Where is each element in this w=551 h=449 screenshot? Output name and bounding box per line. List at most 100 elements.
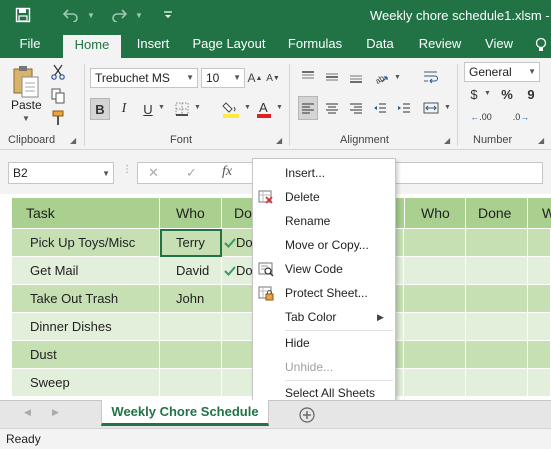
paste-dropdown-icon[interactable]: ▼: [22, 114, 30, 123]
borders-icon[interactable]: [172, 98, 192, 120]
decrease-indent-icon[interactable]: [370, 96, 390, 120]
partial-cell[interactable]: [396, 369, 404, 397]
who-cell[interactable]: [160, 341, 222, 369]
who-2-cell[interactable]: [404, 369, 466, 397]
w-cell[interactable]: [528, 229, 551, 257]
partial-cell[interactable]: [396, 313, 404, 341]
w-cell[interactable]: [528, 313, 551, 341]
chevron-down-icon[interactable]: ▼: [102, 164, 110, 184]
who-cell[interactable]: [160, 369, 222, 397]
decrease-decimal-icon[interactable]: .0 →: [506, 108, 536, 126]
task-cell[interactable]: Sweep: [12, 369, 160, 397]
italic-button[interactable]: I: [114, 98, 134, 120]
header-cell-who[interactable]: Who: [160, 198, 222, 228]
task-cell[interactable]: Dinner Dishes: [12, 313, 160, 341]
who-2-cell[interactable]: [404, 257, 466, 285]
font-size-box[interactable]: 10 ▼: [201, 68, 245, 88]
align-left-icon[interactable]: [298, 96, 318, 120]
middle-align-icon[interactable]: [322, 66, 342, 88]
done-2-cell[interactable]: [466, 257, 528, 285]
tab-data[interactable]: Data: [360, 32, 400, 58]
increase-font-size-icon[interactable]: A ▲: [247, 68, 263, 88]
menu-item-protect-sheet[interactable]: Protect Sheet...: [253, 281, 395, 305]
paste-icon[interactable]: [8, 62, 44, 102]
number-launcher-icon[interactable]: ◢: [538, 136, 544, 145]
scroll-tabs-right-icon[interactable]: ▶: [52, 407, 59, 418]
tab-formulas[interactable]: Formulas: [282, 32, 348, 58]
scroll-tabs-left-icon[interactable]: ◀: [24, 407, 31, 418]
menu-item-tab-color[interactable]: Tab Color ▶: [253, 305, 395, 329]
align-right-icon[interactable]: [346, 96, 366, 120]
align-center-icon[interactable]: [322, 96, 342, 120]
task-cell[interactable]: Dust: [12, 341, 160, 369]
sheet-tab-active[interactable]: Weekly Chore Schedule: [101, 400, 269, 426]
undo-dropdown-icon[interactable]: ▼: [86, 4, 96, 26]
task-cell[interactable]: Take Out Trash: [12, 285, 160, 313]
task-cell[interactable]: Pick Up Toys/Misc: [12, 229, 160, 257]
who-cell[interactable]: Terry: [160, 229, 222, 257]
percent-button[interactable]: %: [498, 84, 516, 104]
top-align-icon[interactable]: [298, 66, 318, 88]
menu-item-rename[interactable]: Rename: [253, 209, 395, 233]
format-painter-icon[interactable]: [48, 108, 68, 128]
menu-item-delete[interactable]: Delete: [253, 185, 395, 209]
done-2-cell[interactable]: [466, 313, 528, 341]
orientation-dropdown-icon[interactable]: ▼: [394, 74, 401, 81]
bottom-align-icon[interactable]: [346, 66, 366, 88]
wrap-text-icon[interactable]: [420, 66, 442, 88]
font-color-icon[interactable]: A: [254, 96, 274, 122]
lightbulb-icon[interactable]: [532, 32, 550, 58]
w-cell[interactable]: [528, 285, 551, 313]
who-2-cell[interactable]: [404, 313, 466, 341]
chevron-down-icon[interactable]: ▼: [186, 69, 194, 87]
tab-file[interactable]: File: [10, 32, 50, 58]
cut-icon[interactable]: [48, 62, 68, 82]
w-cell[interactable]: [528, 257, 551, 285]
header-cell-w[interactable]: W: [528, 198, 551, 228]
underline-dropdown-icon[interactable]: ▼: [158, 104, 165, 111]
font-name-box[interactable]: Trebuchet MS ▼: [90, 68, 198, 88]
number-format-box[interactable]: General ▼: [464, 62, 540, 82]
redo-dropdown-icon[interactable]: ▼: [134, 4, 144, 26]
copy-icon[interactable]: [48, 86, 68, 106]
name-box[interactable]: B2 ▼: [8, 162, 114, 184]
increase-indent-icon[interactable]: [394, 96, 414, 120]
partial-cell[interactable]: [396, 285, 404, 313]
chevron-down-icon[interactable]: ▼: [233, 69, 241, 87]
done-2-cell[interactable]: [466, 341, 528, 369]
who-2-cell[interactable]: [404, 341, 466, 369]
menu-item-hide[interactable]: Hide: [253, 331, 395, 355]
tab-home[interactable]: Home: [63, 35, 121, 58]
w-cell[interactable]: [528, 341, 551, 369]
alignment-launcher-icon[interactable]: ◢: [444, 136, 450, 145]
partial-cell[interactable]: [396, 341, 404, 369]
w-cell[interactable]: [528, 369, 551, 397]
paste-label[interactable]: Paste: [11, 98, 42, 112]
partial-cell[interactable]: [396, 229, 404, 257]
decrease-font-size-icon[interactable]: A ▼: [265, 68, 281, 88]
partial-cell[interactable]: [396, 257, 404, 285]
header-cell-task[interactable]: Task: [12, 198, 160, 228]
insert-function-icon[interactable]: fx: [222, 164, 232, 180]
underline-button[interactable]: U: [138, 98, 158, 120]
merge-center-icon[interactable]: [420, 96, 442, 120]
tab-view[interactable]: View: [480, 32, 518, 58]
chevron-down-icon[interactable]: ▼: [528, 63, 536, 81]
done-2-cell[interactable]: [466, 229, 528, 257]
save-icon[interactable]: [12, 4, 34, 26]
merge-dropdown-icon[interactable]: ▼: [444, 104, 451, 111]
font-launcher-icon[interactable]: ◢: [276, 136, 282, 145]
currency-button[interactable]: $: [466, 84, 482, 104]
header-cell-partial[interactable]: [396, 198, 404, 228]
customize-toolbar-icon[interactable]: [160, 4, 176, 26]
enter-icon[interactable]: ✓: [186, 165, 197, 181]
who-cell[interactable]: John: [160, 285, 222, 313]
comma-button[interactable]: 9: [522, 84, 540, 104]
menu-item-view-code[interactable]: View Code: [253, 257, 395, 281]
cancel-icon[interactable]: ✕: [148, 165, 159, 181]
bold-button[interactable]: B: [90, 98, 110, 120]
fill-color-dropdown-icon[interactable]: ▼: [244, 104, 251, 111]
orientation-icon[interactable]: ab: [370, 66, 392, 88]
increase-decimal-icon[interactable]: ← .00: [466, 108, 496, 126]
who-cell[interactable]: [160, 313, 222, 341]
